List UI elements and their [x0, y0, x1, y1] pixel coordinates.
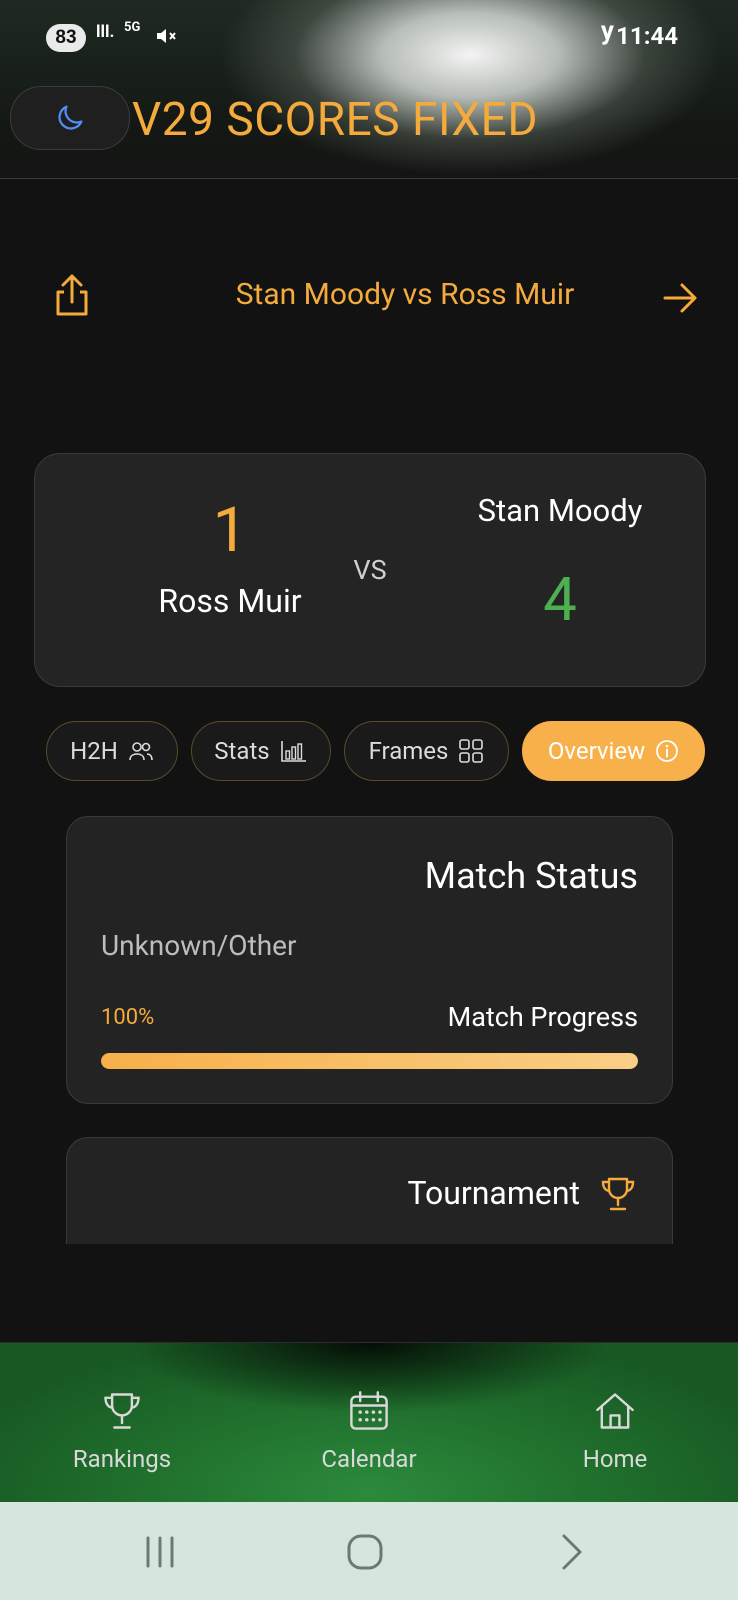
calendar-icon — [350, 1391, 388, 1430]
tab-label: Stats — [214, 737, 270, 765]
match-progress-percent: 100% — [101, 1005, 155, 1030]
left-player-name: Ross Muir — [158, 582, 302, 620]
left-player-score: 1 — [212, 494, 248, 567]
battery-indicator: 83 — [46, 24, 86, 52]
bottom-navigation: Rankings Calendar Home — [0, 1342, 738, 1503]
mute-icon — [157, 29, 176, 43]
trophy-icon — [104, 1393, 140, 1429]
theme-toggle-button[interactable] — [10, 86, 130, 150]
match-progress-bar — [101, 1053, 638, 1069]
vs-label: VS — [353, 554, 387, 586]
status-bar: 83 lll. 5G y 11:44 — [0, 0, 738, 74]
score-card: 1 Ross Muir VS Stan Moody 4 — [34, 453, 706, 687]
tab-label: Frames — [368, 737, 449, 765]
match-status-card: Match Status Unknown/Other 100% Match Pr… — [66, 816, 673, 1104]
match-title: Stan Moody vs Ross Muir — [235, 277, 575, 312]
tournament-title: Tournament — [407, 1174, 580, 1212]
moon-icon — [58, 105, 83, 130]
match-status-value: Unknown/Other — [101, 929, 297, 962]
match-progress-fill — [101, 1053, 638, 1069]
bar-chart-icon — [280, 741, 306, 762]
tab-stats[interactable]: Stats — [191, 721, 331, 781]
network-type: 5G — [124, 20, 141, 35]
carrier-indicator: y — [600, 16, 614, 46]
app-title: V29 SCORES FIXED — [132, 93, 539, 147]
tab-overview[interactable]: Overview — [522, 721, 705, 781]
tournament-card: Tournament — [66, 1137, 673, 1244]
arrow-right-icon[interactable] — [662, 280, 698, 316]
grid-icon — [459, 739, 484, 763]
nav-calendar[interactable]: Calendar — [289, 1389, 449, 1473]
back-icon[interactable] — [552, 1532, 592, 1572]
home-circle-icon[interactable] — [345, 1532, 385, 1572]
system-navigation-bar — [0, 1502, 738, 1600]
right-player-score: 4 — [543, 564, 577, 635]
home-icon — [596, 1393, 634, 1429]
recent-apps-icon[interactable] — [140, 1532, 180, 1572]
nav-label: Rankings — [72, 1445, 172, 1473]
share-icon[interactable] — [52, 272, 92, 318]
app-header: 83 lll. 5G y 11:44 V29 SCORES FIXED — [0, 0, 738, 179]
nav-label: Home — [582, 1445, 648, 1473]
signal-icon: lll. — [96, 22, 115, 42]
trophy-icon — [601, 1177, 635, 1211]
people-icon — [129, 742, 153, 761]
tab-label: Overview — [547, 737, 646, 765]
nav-home[interactable]: Home — [535, 1389, 695, 1473]
match-progress-label: Match Progress — [447, 1001, 638, 1033]
tab-h2h[interactable]: H2H — [46, 721, 178, 781]
info-icon — [656, 740, 679, 762]
nav-rankings[interactable]: Rankings — [42, 1389, 202, 1473]
nav-label: Calendar — [321, 1445, 417, 1473]
tab-label: H2H — [70, 737, 118, 765]
clock: 11:44 — [616, 22, 678, 50]
match-status-title: Match Status — [424, 855, 638, 897]
tab-frames[interactable]: Frames — [344, 721, 509, 781]
right-player-name: Stan Moody — [477, 492, 643, 529]
